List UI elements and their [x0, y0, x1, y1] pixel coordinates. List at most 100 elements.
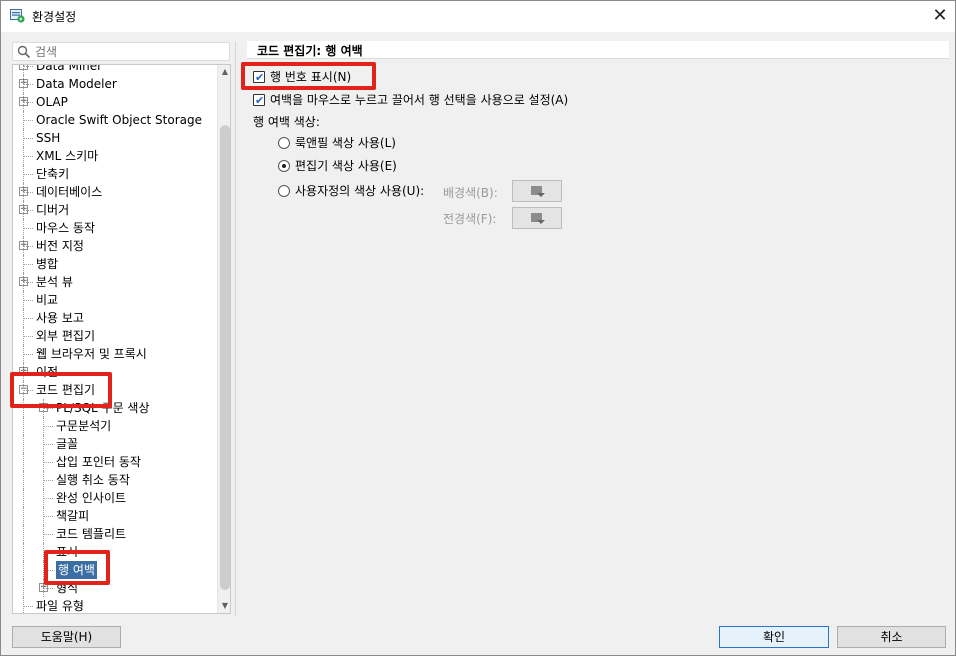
tree-connector-line — [23, 507, 24, 525]
tree-item[interactable]: + Data Miner — [13, 65, 213, 75]
tree-connector-line — [43, 426, 53, 427]
tree-item-label: 웹 브라우저 및 프록시 — [36, 347, 147, 361]
tree-item-label: 이전 — [36, 365, 59, 379]
checkbox-box[interactable]: ✔ — [253, 71, 265, 84]
tree-connector-line — [43, 534, 53, 535]
background-color-button[interactable] — [512, 180, 562, 202]
radio-circle[interactable] — [278, 185, 290, 197]
splitter[interactable] — [235, 42, 236, 616]
tree-item[interactable]: − 코드 편집기 — [13, 381, 213, 399]
scroll-thumb[interactable] — [220, 125, 230, 590]
tree-item[interactable]: 외부 편집기 — [13, 327, 213, 345]
tree-connector-line — [43, 516, 53, 517]
tree-item-label: 병합 — [36, 257, 59, 271]
tree-item[interactable]: 병합 — [13, 255, 213, 273]
tree-item[interactable]: 단축키 — [13, 165, 213, 183]
tree-item-label: 실행 취소 동작 — [56, 473, 130, 487]
search-box[interactable] — [12, 42, 230, 61]
tree-connector-line — [23, 471, 24, 489]
help-button[interactable]: 도움말(H) — [12, 626, 121, 648]
tree-item[interactable]: 파일 유형 — [13, 597, 213, 613]
tree-connector-line — [43, 570, 53, 571]
tree-connector-line — [23, 336, 33, 337]
tree-item[interactable]: XML 스키마 — [13, 147, 213, 165]
tree-item[interactable]: + 분석 뷰 — [13, 273, 213, 291]
window-title: 환경설정 — [32, 10, 77, 24]
tree-connector-line — [23, 489, 24, 507]
radio-custom-color-label: 사용자정의 색상 사용(U): — [295, 184, 425, 198]
tree-item[interactable]: + 버전 지정 — [13, 237, 213, 255]
tree-connector-line — [23, 84, 33, 85]
tree-item-label: 코드 편집기 — [36, 383, 96, 397]
dropdown-arrow-icon — [537, 220, 545, 224]
tree-item[interactable]: SSH — [13, 129, 213, 147]
tree-connector-line — [23, 354, 33, 355]
tree-connector-line — [23, 372, 33, 373]
tree-connector-line — [43, 498, 53, 499]
tree-item[interactable]: + Data Modeler — [13, 75, 213, 93]
tree-item-label: 마우스 동작 — [36, 221, 96, 235]
tree-connector-line — [23, 102, 33, 103]
tree-item-label: 버전 지정 — [36, 239, 84, 253]
scroll-down-icon[interactable]: ▼ — [220, 601, 230, 611]
tree-item-label: 코드 템플리트 — [56, 527, 127, 541]
radio-editor-color-label: 편집기 색상 사용(E) — [295, 159, 397, 173]
tree-item[interactable]: + 데이터베이스 — [13, 183, 213, 201]
preferences-dialog: 환경설정 ✕ 파일 유형+형식행 여백표시코드 템플리트책갈피완성 인사이트실행… — [0, 0, 956, 656]
tree-scrollbar[interactable]: ▲ ▼ — [217, 65, 230, 613]
tree-connector-line — [23, 246, 33, 247]
tree-item[interactable]: 사용 보고 — [13, 309, 213, 327]
tree-item[interactable]: 마우스 동작 — [13, 219, 213, 237]
radio-look-and-feel-label: 룩앤필 색상 사용(L) — [295, 136, 396, 150]
tree-item-label: Data Modeler — [36, 77, 117, 91]
tree-item[interactable]: 비교 — [13, 291, 213, 309]
radio-circle[interactable] — [278, 137, 290, 149]
tree-item[interactable]: + OLAP — [13, 93, 213, 111]
tree-connector-line — [23, 138, 33, 139]
radio-circle[interactable] — [278, 160, 290, 172]
margin-color-label: 행 여백 색상: — [253, 115, 320, 129]
tree-item[interactable]: Oracle Swift Object Storage — [13, 111, 213, 129]
tree-connector-line — [23, 399, 24, 417]
search-input[interactable] — [35, 44, 225, 59]
tree-connector-line — [23, 210, 33, 211]
background-color-label: 배경색(B): — [443, 186, 498, 200]
tree-connector-line — [43, 462, 53, 463]
app-icon — [10, 9, 25, 23]
tree-item-label: 글꼴 — [56, 437, 79, 451]
tree-item-label: 책갈피 — [56, 509, 90, 523]
tree-item[interactable]: 웹 브라우저 및 프록시 — [13, 345, 213, 363]
page-title: 코드 편집기: 행 여백 — [257, 44, 363, 58]
tree-item-label: 파일 유형 — [36, 599, 84, 613]
tree-item-label: 완성 인사이트 — [56, 491, 127, 505]
tree-item-label: XML 스키마 — [36, 149, 99, 163]
tree-item-label: 디버거 — [36, 203, 70, 217]
tree-item-label: SSH — [36, 131, 61, 145]
checkbox-box[interactable]: ✔ — [253, 94, 265, 107]
scroll-up-icon[interactable]: ▲ — [220, 67, 230, 77]
tree-connector-line — [23, 543, 24, 561]
tree-connector-line — [43, 480, 53, 481]
tree-connector-line — [23, 561, 24, 579]
ok-button[interactable]: 확인 — [719, 626, 829, 648]
tree-item[interactable]: + 이전 — [13, 363, 213, 381]
tree-item-label: 분석 뷰 — [36, 275, 73, 289]
tree-item-label: 행 여백 — [56, 561, 97, 579]
tree-item-label: 삽입 포인터 동작 — [56, 455, 141, 469]
close-button[interactable]: ✕ — [929, 5, 951, 27]
foreground-color-button[interactable] — [512, 207, 562, 229]
tree-item-label: 사용 보고 — [36, 311, 84, 325]
preferences-tree[interactable]: 파일 유형 + 형식 행 여백 표시 코드 템플리트 책갈피 완성 인사이트 실행 취소 동작 삽… — [12, 64, 231, 614]
tree-connector-line — [23, 66, 33, 67]
tree-item-label: PL/SQL 구문 색상 — [56, 401, 150, 415]
tree-item-label: 단축키 — [36, 167, 70, 181]
close-icon: ✕ — [932, 5, 948, 26]
tree-connector-line — [23, 435, 24, 453]
tree-connector-line — [23, 579, 24, 597]
tree-item-label: Oracle Swift Object Storage — [36, 113, 203, 127]
cancel-button[interactable]: 취소 — [837, 626, 946, 648]
search-icon — [17, 45, 31, 59]
tree-connector-line — [43, 552, 53, 553]
tree-item[interactable]: + 디버거 — [13, 201, 213, 219]
tree-connector-line — [23, 264, 33, 265]
